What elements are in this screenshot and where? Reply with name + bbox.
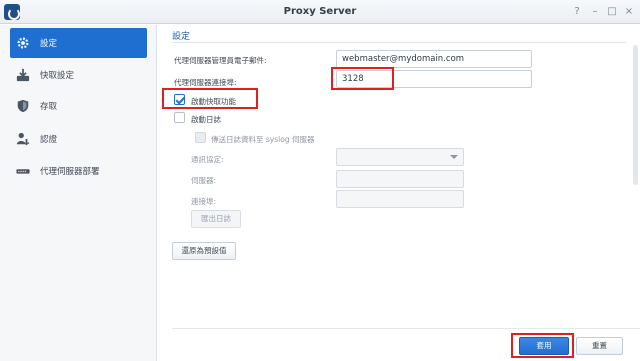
window-title: Proxy Server: [283, 6, 357, 17]
server-field[interactable]: [336, 170, 464, 188]
sidebar-item-proxy-deployment[interactable]: 代理伺服器部署: [10, 156, 147, 186]
sidebar-item-label: 認證: [40, 135, 58, 145]
enable-log-label: 啟動日誌: [191, 115, 221, 124]
gear-icon: [17, 37, 29, 49]
footer-divider: [172, 328, 640, 329]
user-key-icon: [16, 132, 30, 146]
sidebar-item-label: 快取設定: [40, 71, 75, 81]
protocol-select[interactable]: [336, 148, 464, 166]
protocol-label: 通訊協定:: [191, 155, 224, 164]
highlight-apply-box: [511, 333, 574, 358]
close-button[interactable]: ×: [622, 5, 636, 19]
sidebar-item-label: 代理伺服器部署: [40, 167, 100, 177]
highlight-cache-box: [162, 88, 258, 109]
section-title: 設定: [172, 32, 191, 42]
sidebar-item-authentication[interactable]: 認證: [10, 124, 147, 154]
admin-email-label: 代理伺服器管理員電子郵件:: [174, 56, 267, 65]
network-device-icon: [16, 169, 30, 174]
sidebar: 設定 快取設定 存取 認證 代理伺服器部署: [0, 25, 157, 361]
server-label: 伺服器:: [191, 176, 217, 185]
export-log-button[interactable]: 匯出日誌: [191, 210, 241, 228]
help-button[interactable]: ?: [570, 5, 584, 19]
sidebar-item-settings[interactable]: 設定: [10, 28, 147, 58]
sidebar-item-access[interactable]: 存取: [10, 91, 147, 121]
highlight-port-box: [331, 67, 394, 90]
section-divider: [172, 42, 626, 43]
window-titlebar: Proxy Server ? – □ ×: [0, 0, 640, 24]
maximize-button[interactable]: □: [605, 5, 619, 19]
shield-icon: [17, 99, 29, 113]
sidebar-item-label: 存取: [40, 102, 58, 112]
sidebar-item-cache-settings[interactable]: 快取設定: [10, 60, 147, 90]
enable-log-checkbox[interactable]: [174, 112, 185, 123]
scrollbar[interactable]: [633, 45, 638, 185]
minimize-button[interactable]: –: [588, 5, 602, 19]
restore-defaults-button[interactable]: 還原為預設值: [172, 242, 236, 260]
chevron-down-icon: [450, 155, 458, 159]
syslog-label: 傳送日誌資料至 syslog 伺服器: [211, 135, 315, 144]
reset-button[interactable]: 重置: [576, 337, 623, 355]
port2-field[interactable]: [336, 190, 464, 208]
syslog-checkbox[interactable]: [195, 132, 206, 143]
port-label: 代理伺服器連接埠:: [174, 78, 237, 87]
settings-panel: 設定 代理伺服器管理員電子郵件: webmaster@mydomain.com …: [158, 25, 640, 361]
admin-email-field[interactable]: webmaster@mydomain.com: [336, 50, 532, 68]
port2-label: 連接埠:: [191, 197, 217, 206]
sidebar-item-label: 設定: [40, 39, 58, 49]
download-icon: [16, 68, 30, 82]
